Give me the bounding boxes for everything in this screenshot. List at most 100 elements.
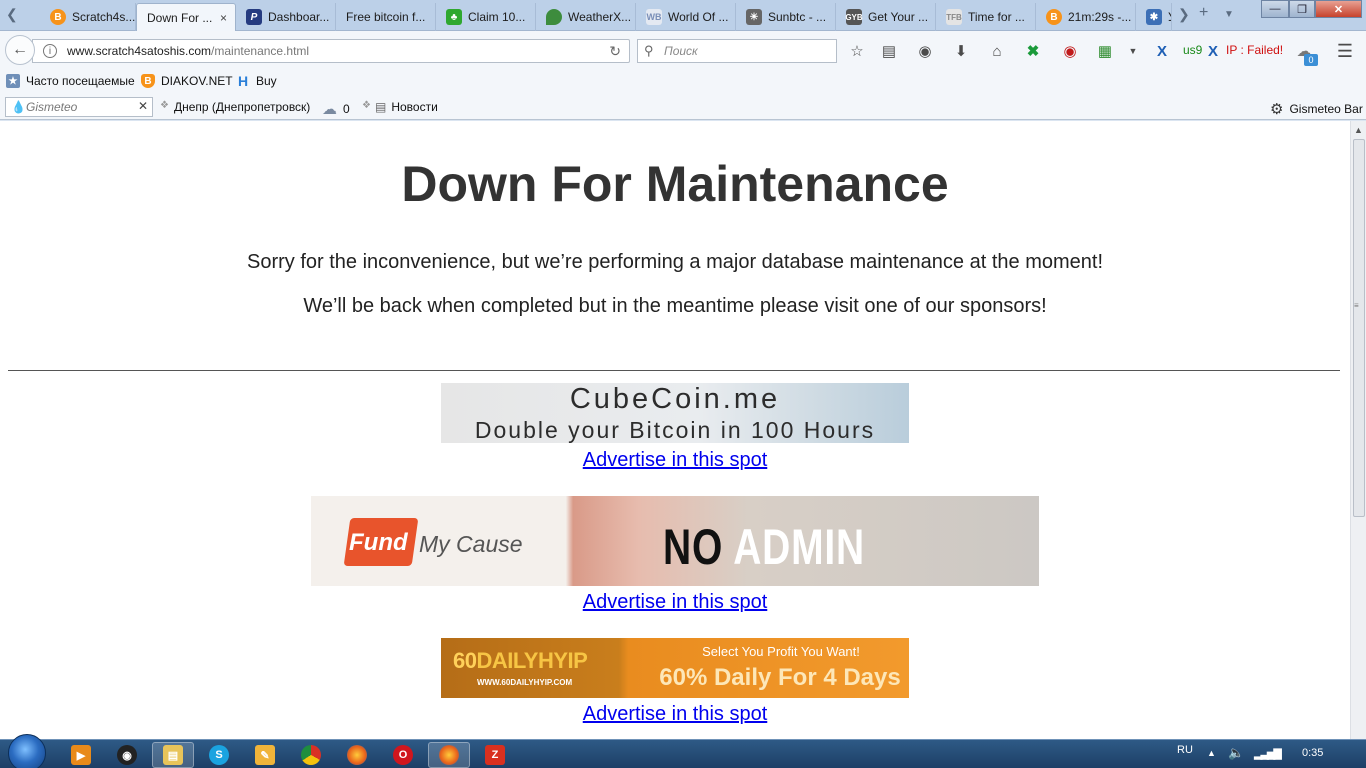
- fundmycause-banner[interactable]: Fund My Cause NO ADMIN FEES: [311, 496, 1039, 586]
- advertise-spot-3: Advertise in this spot: [0, 703, 1350, 726]
- pocket-icon[interactable]: ◉: [915, 41, 935, 61]
- sun-icon: ☀: [746, 9, 762, 25]
- minimize-icon[interactable]: —: [1261, 0, 1289, 18]
- download-icon[interactable]: ⬇: [951, 41, 971, 61]
- city-label: Днепр (Днепропетровск): [174, 100, 311, 114]
- tab-world-of[interactable]: WB World Of ...: [636, 3, 736, 31]
- tab-label: Claim 10...: [468, 10, 526, 24]
- clear-icon[interactable]: ✕: [138, 99, 148, 113]
- tab-list-icon[interactable]: ▼: [1224, 9, 1234, 20]
- taskbar-filezilla[interactable]: Z: [474, 742, 516, 768]
- tab-label: Time for ...: [968, 10, 1025, 24]
- media-player-icon: ▶: [71, 745, 91, 765]
- advertise-link[interactable]: Advertise in this spot: [583, 591, 768, 613]
- url-bar[interactable]: i www.scratch4satoshis.com/maintenance.h…: [32, 39, 630, 63]
- search-input[interactable]: ⚲ Поиск: [637, 39, 837, 63]
- taskbar-chrome[interactable]: [290, 742, 332, 768]
- x-blue-icon[interactable]: X: [1203, 41, 1223, 61]
- close-tab-icon[interactable]: ×: [220, 11, 227, 25]
- taskbar-explorer[interactable]: ▤: [152, 742, 194, 768]
- clock[interactable]: 0:35: [1302, 747, 1323, 759]
- bitcoin-shield-icon: B: [141, 74, 155, 88]
- sponsor-text: We’ll be back when completed but in the …: [303, 295, 1047, 317]
- tab-claim[interactable]: ♣ Claim 10...: [436, 3, 536, 31]
- tray-expand-icon[interactable]: ▲: [1207, 748, 1216, 758]
- restore-icon[interactable]: ❐: [1289, 0, 1315, 18]
- extension-red-icon[interactable]: ◉: [1060, 41, 1080, 61]
- taskbar-firefox-active[interactable]: [428, 742, 470, 768]
- gismeteo-settings[interactable]: ⚙ Gismeteo Bar: [1270, 100, 1363, 118]
- hyip-logo: 60DAILYHYIP: [453, 648, 588, 674]
- tab-extension[interactable]: ✱ У: [1136, 3, 1172, 31]
- page-content: Down For Maintenance Sorry for the incon…: [0, 121, 1350, 739]
- cubecoin-title: CubeCoin.me: [569, 383, 781, 415]
- tab-dashboard[interactable]: P Dashboar...: [236, 3, 336, 31]
- tab-label: 21m:29s -...: [1068, 10, 1132, 24]
- new-tab-icon[interactable]: +: [1199, 4, 1208, 22]
- vertical-scrollbar[interactable]: ▲ ≡: [1350, 121, 1366, 739]
- tab-sunbtc[interactable]: ☀ Sunbtc - ...: [736, 3, 836, 31]
- reload-icon[interactable]: ↻: [609, 43, 621, 60]
- clover-icon: ♣: [446, 9, 462, 25]
- cubecoin-banner[interactable]: CubeCoin.me Double your Bitcoin in 100 H…: [441, 383, 909, 443]
- news-icon: ▤: [375, 100, 387, 114]
- scrollbar-thumb[interactable]: [1353, 139, 1365, 517]
- tab-free-bitcoin[interactable]: Free bitcoin f...: [336, 3, 436, 31]
- 60dailyhyip-banner[interactable]: 60DAILYHYIP WWW.60DAILYHYIP.COM Select Y…: [441, 638, 909, 698]
- tab-scratch4satoshis[interactable]: B Scratch4s...: [40, 3, 136, 31]
- scroll-up-icon[interactable]: ▲: [1354, 125, 1363, 135]
- gismeteo-city[interactable]: Днепр (Днепропетровск): [174, 100, 310, 114]
- bookmark-buy[interactable]: H Buy: [236, 73, 277, 89]
- taskbar-skype[interactable]: S: [198, 742, 240, 768]
- hyip-url: WWW.60DAILYHYIP.COM: [477, 678, 573, 687]
- language-indicator[interactable]: RU: [1177, 744, 1193, 756]
- tab-scroll-right-icon[interactable]: ❯: [1178, 6, 1190, 23]
- extension-green-icon[interactable]: ▦: [1095, 41, 1115, 61]
- taskbar-firefox[interactable]: [336, 742, 378, 768]
- tab-21m29s[interactable]: B 21m:29s -...: [1036, 3, 1136, 31]
- taskbar-opera[interactable]: O: [382, 742, 424, 768]
- gismeteo-input-value: Gismeteo: [26, 100, 78, 114]
- gismeteo-toolbar: 💧 Gismeteo ✕ ❖ Днепр (Днепропетровск) ☁ …: [0, 95, 1366, 120]
- close-window-icon[interactable]: ✕: [1315, 0, 1362, 18]
- bookmark-most-visited[interactable]: ★ Часто посещаемые: [6, 74, 135, 88]
- taskbar-app-2[interactable]: ◉: [106, 742, 148, 768]
- menu-icon[interactable]: ☰: [1335, 41, 1355, 61]
- tab-weatherx[interactable]: WeatherX...: [536, 3, 636, 31]
- advertise-link[interactable]: Advertise in this spot: [583, 703, 768, 725]
- tab-label: World Of ...: [668, 10, 729, 24]
- home-icon[interactable]: ⌂: [987, 41, 1007, 61]
- bookmark-diakov[interactable]: B DIAKOV.NET: [141, 74, 233, 88]
- firefox-icon: [347, 745, 367, 765]
- page-title: Down For Maintenance: [401, 156, 949, 212]
- x-extension-icon[interactable]: ✖: [1023, 41, 1043, 61]
- x-blue-icon[interactable]: X: [1152, 41, 1172, 61]
- taskbar-media-player[interactable]: ▶: [60, 742, 102, 768]
- extension-dropdown-icon[interactable]: ▼: [1123, 41, 1143, 61]
- tab-label: Free bitcoin f...: [346, 10, 426, 24]
- start-button[interactable]: [8, 734, 46, 768]
- volume-icon[interactable]: 🔈: [1228, 745, 1244, 761]
- gismeteo-search-input[interactable]: 💧 Gismeteo ✕: [5, 97, 153, 117]
- back-button[interactable]: ←: [5, 35, 35, 65]
- gismeteo-weather[interactable]: ☁ 0: [322, 100, 350, 118]
- bookmark-star-icon[interactable]: ☆: [847, 41, 867, 61]
- tab-label: Sunbtc - ...: [768, 10, 827, 24]
- gismeteo-bar-label: Gismeteo Bar: [1289, 102, 1363, 116]
- h-icon: H: [237, 73, 249, 89]
- advertise-link[interactable]: Advertise in this spot: [583, 449, 768, 471]
- tab-time-for[interactable]: TFB Time for ...: [936, 3, 1036, 31]
- gismeteo-news[interactable]: ▤ Новости: [375, 100, 438, 114]
- reading-list-icon[interactable]: ▤: [879, 41, 899, 61]
- tab-get-your[interactable]: GYB Get Your ...: [836, 3, 936, 31]
- tab-scroll-left-icon[interactable]: ❮: [6, 6, 18, 23]
- bookmark-label: Buy: [256, 74, 277, 88]
- folder-icon: ▤: [163, 745, 183, 765]
- us9-label[interactable]: us9: [1183, 43, 1202, 57]
- site-info-icon[interactable]: i: [43, 44, 57, 58]
- ip-status-label[interactable]: IP : Failed!: [1226, 43, 1283, 57]
- tab-down-for-maintenance[interactable]: Down For ... ×: [136, 3, 236, 31]
- network-signal-icon[interactable]: ▂▃▅▇: [1254, 747, 1282, 760]
- taskbar-notes[interactable]: ✎: [244, 742, 286, 768]
- fund-logo-text: Fund: [349, 529, 408, 556]
